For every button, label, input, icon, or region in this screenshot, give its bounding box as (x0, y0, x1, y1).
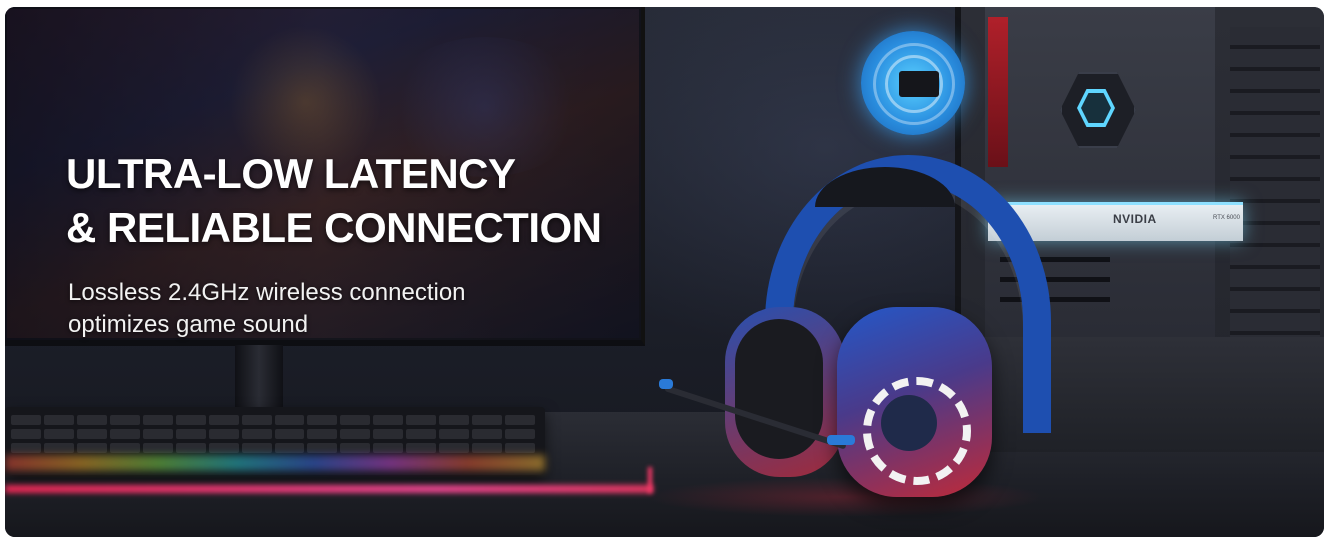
usb-receiver (899, 71, 939, 97)
headline-line-2: & RELIABLE CONNECTION (66, 204, 602, 251)
headline-line-1: ULTRA-LOW LATENCY (66, 150, 516, 197)
monitor-stand (235, 345, 283, 415)
banner-subtext: Lossless 2.4GHz wireless connection opti… (68, 277, 466, 341)
gpu-brand-logo: NVIDIA (1113, 212, 1157, 226)
gpu-model-label: RTX 6000 (1213, 215, 1240, 221)
banner-headline: ULTRA-LOW LATENCY & RELIABLE CONNECTION (66, 147, 602, 255)
earcup-logo (881, 395, 937, 451)
mousepad-glow (5, 485, 653, 493)
mic-tip (659, 379, 673, 389)
motherboard-heatsink (988, 17, 1008, 167)
subtext-line-1: Lossless 2.4GHz wireless connection (68, 279, 466, 306)
mic-base (827, 435, 855, 445)
keyboard-rgb-glow (5, 455, 545, 471)
product-banner: NVIDIA RTX 6000 ULTRA-LOW LATENCY & RELI… (5, 7, 1324, 537)
wireless-dongle-icon (861, 31, 965, 135)
subtext-line-2: optimizes game sound (68, 311, 309, 338)
